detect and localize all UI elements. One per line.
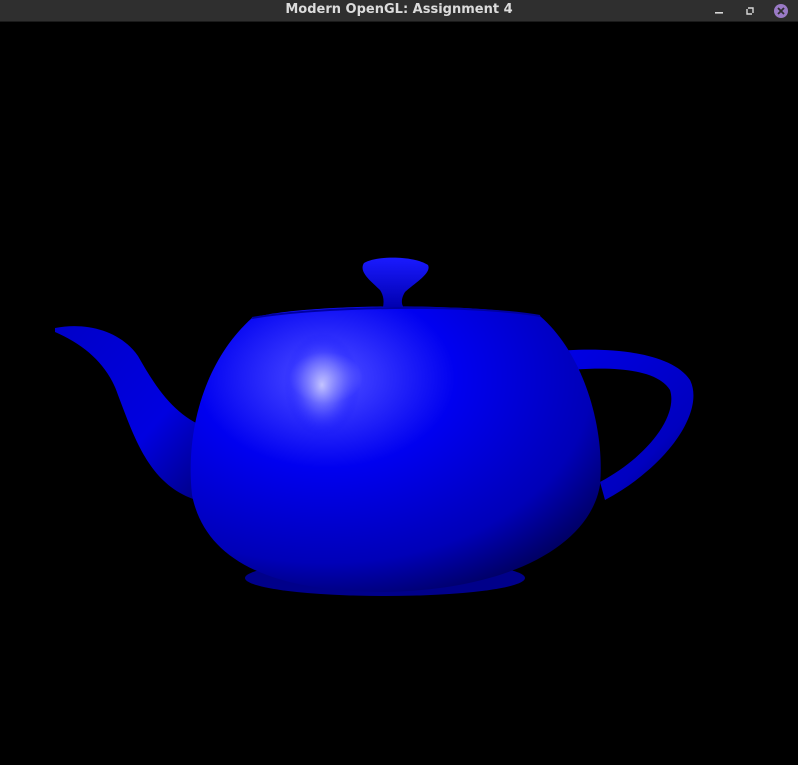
maximize-icon bbox=[745, 6, 754, 15]
minimize-icon bbox=[714, 11, 723, 14]
close-button[interactable] bbox=[772, 2, 789, 19]
close-button-disc bbox=[773, 3, 788, 18]
opengl-viewport[interactable] bbox=[0, 22, 798, 765]
teapot-specular-highlight bbox=[284, 333, 360, 437]
teapot-spout bbox=[55, 326, 212, 500]
window-title: Modern OpenGL: Assignment 4 bbox=[285, 2, 513, 17]
teapot-render bbox=[55, 257, 694, 596]
maximize-button[interactable] bbox=[741, 2, 758, 19]
teapot-lid-knob bbox=[362, 257, 429, 307]
close-icon bbox=[776, 6, 785, 15]
minimize-button[interactable] bbox=[710, 2, 727, 19]
window-titlebar[interactable]: Modern OpenGL: Assignment 4 bbox=[0, 0, 798, 22]
teapot-body bbox=[190, 306, 601, 592]
